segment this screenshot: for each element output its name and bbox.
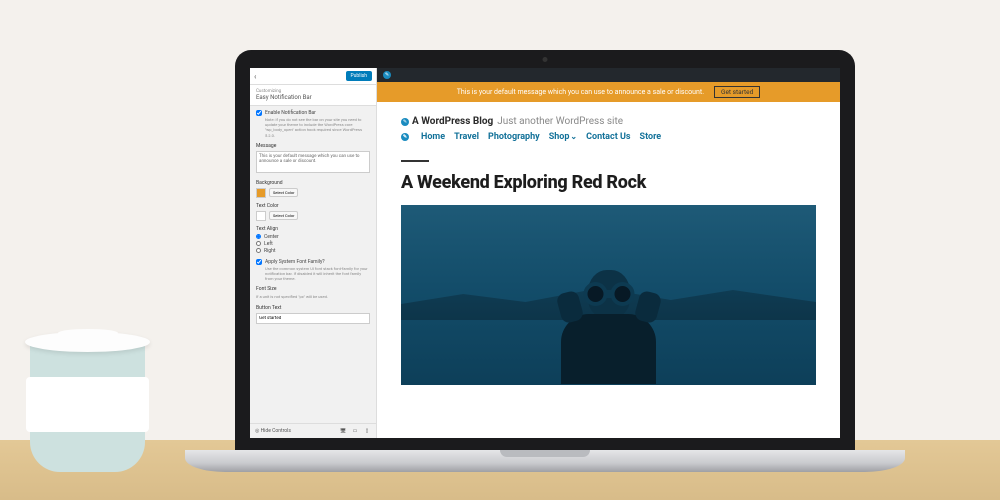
site-title-row: ✎ A WordPress Blog Just another WordPres… bbox=[401, 116, 816, 127]
customizer-panel: ‹ Publish Customizing Easy Notification … bbox=[250, 68, 377, 438]
publish-button[interactable]: Publish bbox=[346, 71, 372, 81]
message-textarea[interactable]: This is your default message which you c… bbox=[256, 151, 370, 173]
hide-controls-button[interactable]: ◎ Hide Controls bbox=[255, 428, 291, 434]
textcolor-color-button[interactable]: Select Color bbox=[269, 211, 298, 220]
buttontext-input[interactable] bbox=[256, 313, 370, 324]
camera-icon bbox=[543, 57, 548, 62]
notification-button[interactable]: Get started bbox=[714, 86, 760, 98]
device-mobile-icon[interactable]: ▯ bbox=[363, 427, 371, 435]
edit-shortcut-icon[interactable]: ✎ bbox=[401, 133, 409, 141]
message-label: Message bbox=[256, 143, 370, 149]
site-tagline: Just another WordPress site bbox=[497, 116, 623, 127]
menu-store[interactable]: Store bbox=[640, 132, 662, 142]
systemfont-desc: Use the common system UI font stack font… bbox=[265, 266, 370, 282]
coffee-cup bbox=[25, 332, 150, 472]
customizer-footer: ◎ Hide Controls 🖥 ▭ ▯ bbox=[250, 423, 376, 438]
breadcrumb: Customizing Easy Notification Bar bbox=[250, 85, 376, 106]
featured-image bbox=[401, 205, 816, 385]
title-divider bbox=[401, 160, 429, 162]
enable-checkbox[interactable]: Enable Notification Bar bbox=[256, 110, 370, 116]
wordpress-icon[interactable]: ✎ bbox=[383, 71, 391, 79]
align-right-radio[interactable]: Right bbox=[256, 248, 370, 254]
site-title[interactable]: A WordPress Blog bbox=[412, 116, 493, 127]
enable-label: Enable Notification Bar bbox=[265, 110, 316, 116]
menu-shop[interactable]: Shop bbox=[549, 132, 577, 142]
fontsize-label: Font Size bbox=[256, 286, 370, 292]
menu-contact[interactable]: Contact Us bbox=[586, 132, 630, 142]
menu-travel[interactable]: Travel bbox=[454, 132, 479, 142]
align-center-radio[interactable]: Center bbox=[256, 234, 370, 240]
buttontext-label: Button Text bbox=[256, 305, 370, 311]
laptop-base bbox=[185, 450, 905, 472]
align-left-radio[interactable]: Left bbox=[256, 241, 370, 247]
back-icon[interactable]: ‹ bbox=[254, 72, 256, 81]
device-tablet-icon[interactable]: ▭ bbox=[351, 427, 359, 435]
menu-photography[interactable]: Photography bbox=[488, 132, 540, 142]
background-color-button[interactable]: Select Color bbox=[269, 188, 298, 197]
fontsize-desc: If a unit is not specified "px" will be … bbox=[256, 294, 370, 299]
laptop: ‹ Publish Customizing Easy Notification … bbox=[235, 50, 855, 472]
systemfont-checkbox[interactable]: Apply System Font Family? bbox=[256, 259, 370, 265]
notification-message: This is your default message which you c… bbox=[457, 88, 704, 96]
background-label: Background bbox=[256, 180, 370, 186]
device-desktop-icon[interactable]: 🖥 bbox=[339, 427, 347, 435]
customizer-header: ‹ Publish bbox=[250, 68, 376, 85]
screen: ‹ Publish Customizing Easy Notification … bbox=[250, 68, 840, 438]
systemfont-label: Apply System Font Family? bbox=[265, 259, 325, 265]
edit-shortcut-icon[interactable]: ✎ bbox=[401, 118, 409, 126]
background-swatch[interactable] bbox=[256, 188, 266, 198]
breadcrumb-title: Easy Notification Bar bbox=[256, 94, 370, 101]
textcolor-swatch[interactable] bbox=[256, 211, 266, 221]
textalign-label: Text Align bbox=[256, 226, 370, 232]
primary-menu: ✎ Home Travel Photography Shop Contact U… bbox=[401, 132, 816, 142]
notification-bar: This is your default message which you c… bbox=[377, 82, 840, 102]
site-preview: ✎ This is your default message which you… bbox=[377, 68, 840, 438]
post-title: A Weekend Exploring Red Rock bbox=[401, 172, 816, 193]
enable-desc: Note: if you do not see the bar on your … bbox=[265, 117, 370, 138]
textcolor-label: Text Color bbox=[256, 203, 370, 209]
menu-home[interactable]: Home bbox=[421, 132, 445, 142]
admin-bar: ✎ bbox=[377, 68, 840, 82]
